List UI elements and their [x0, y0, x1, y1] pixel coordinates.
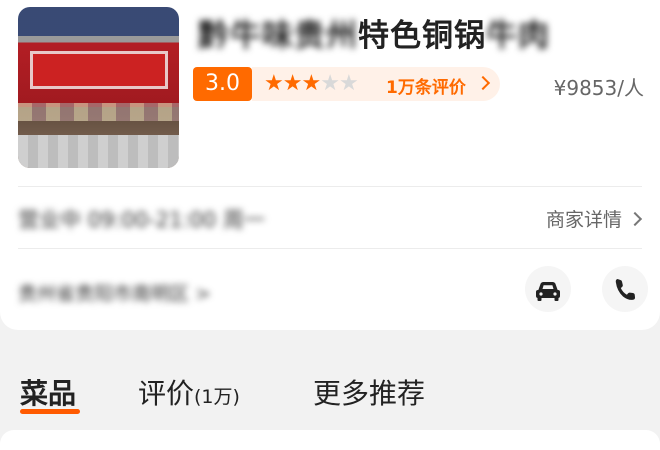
tab-more-recommendations[interactable]: 更多推荐 — [313, 372, 425, 412]
shop-title-blurred-prefix: 黔牛味贵州 — [198, 18, 358, 54]
content-panel — [0, 430, 660, 450]
tab-more-label: 更多推荐 — [313, 377, 426, 410]
tab-reviews[interactable]: 评价(1万) — [138, 372, 240, 412]
tab-bar: 菜品 评价(1万) 更多推荐 — [0, 360, 660, 420]
tab-dishes-label: 菜品 — [20, 377, 77, 410]
shop-photo[interactable] — [18, 7, 179, 168]
star-empty-icon: ★ — [338, 71, 359, 96]
photo-detail-band — [18, 103, 179, 121]
star-filled-icon: ★ — [282, 71, 303, 96]
chevron-right-icon — [627, 211, 643, 227]
star-filled-icon: ★ — [301, 71, 321, 96]
star-filled-icon: ★ — [264, 71, 284, 96]
shop-address[interactable]: 贵州省贵阳市南明区 > — [18, 279, 211, 306]
shop-title-blurred-suffix: 牛肉 — [486, 18, 550, 54]
star-empty-icon: ★ — [320, 71, 340, 96]
divider — [18, 186, 642, 187]
tab-reviews-count: (1万) — [194, 386, 240, 408]
rating-pill[interactable]: ★★★★★ 1万条评价 — [252, 67, 500, 101]
divider — [18, 248, 642, 249]
business-hours: 营业中 09:00-21:00 周一 — [18, 208, 265, 232]
navigation-button[interactable] — [525, 266, 571, 312]
photo-detail-ground — [18, 135, 179, 168]
review-count-link[interactable]: 1万条评价 — [386, 73, 466, 98]
shop-sign-image — [30, 51, 168, 89]
shop-title: 黔牛味贵州特色铜锅牛肉 — [198, 10, 550, 54]
active-tab-indicator — [20, 409, 80, 414]
merchant-details-label: 商家详情 — [545, 209, 622, 231]
rating-score: 3.0 — [193, 67, 252, 101]
merchant-details-link[interactable]: 商家详情 — [545, 205, 643, 232]
tab-dishes[interactable]: 菜品 — [20, 372, 76, 412]
price-per-person: ¥9853/人 — [553, 76, 644, 100]
chevron-right-icon — [475, 75, 491, 91]
car-icon — [536, 282, 560, 301]
star-rating: ★★★★★ — [264, 71, 359, 96]
call-button[interactable] — [602, 266, 648, 312]
shop-title-visible: 特色铜锅 — [358, 18, 486, 54]
shop-info-card: 黔牛味贵州特色铜锅牛肉 3.0 ★★★★★ 1万条评价 ¥9853/人 营业中 … — [0, 0, 660, 330]
phone-icon — [615, 279, 636, 300]
tab-reviews-label: 评价 — [138, 377, 195, 410]
